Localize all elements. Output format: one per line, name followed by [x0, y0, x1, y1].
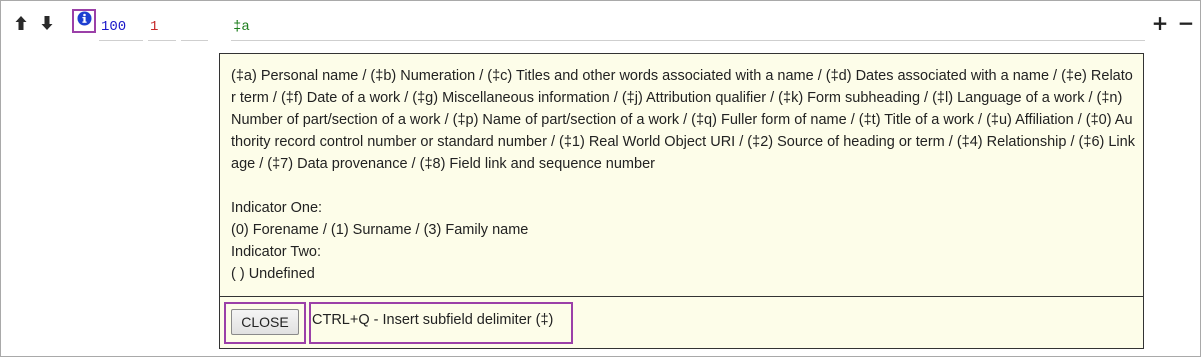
- field-help-panel: (‡a) Personal name / (‡b) Numeration / (…: [219, 53, 1144, 349]
- help-text: (‡a) Personal name / (‡b) Numeration / (…: [231, 65, 1135, 285]
- help-divider: [220, 296, 1143, 297]
- indicator-one-label: Indicator One:: [231, 200, 323, 216]
- indicator-two-input[interactable]: [181, 13, 208, 41]
- close-button[interactable]: CLOSE: [231, 309, 299, 335]
- tag-input[interactable]: [99, 13, 143, 41]
- field-content-input[interactable]: [231, 13, 1145, 41]
- subfield-list: (‡a) Personal name / (‡b) Numeration / (…: [231, 68, 1135, 172]
- marc-field-editor: + − (‡a) Personal name / (‡b) Numeration…: [0, 0, 1201, 357]
- arrow-up-icon[interactable]: [13, 14, 29, 32]
- info-button[interactable]: [72, 9, 96, 33]
- indicator-one-input[interactable]: [148, 13, 176, 41]
- indicator-two-label: Indicator Two:: [231, 244, 322, 260]
- indicator-one-values: (0) Forename / (1) Surname / (3) Family …: [231, 222, 529, 238]
- minus-icon[interactable]: −: [1177, 12, 1195, 34]
- info-circle-icon: [77, 11, 92, 31]
- shortcut-hint: CTRL+Q - Insert subfield delimiter (‡): [312, 312, 554, 328]
- arrow-down-icon[interactable]: [39, 14, 55, 32]
- plus-icon[interactable]: +: [1151, 12, 1169, 34]
- indicator-two-values: ( ) Undefined: [231, 266, 315, 282]
